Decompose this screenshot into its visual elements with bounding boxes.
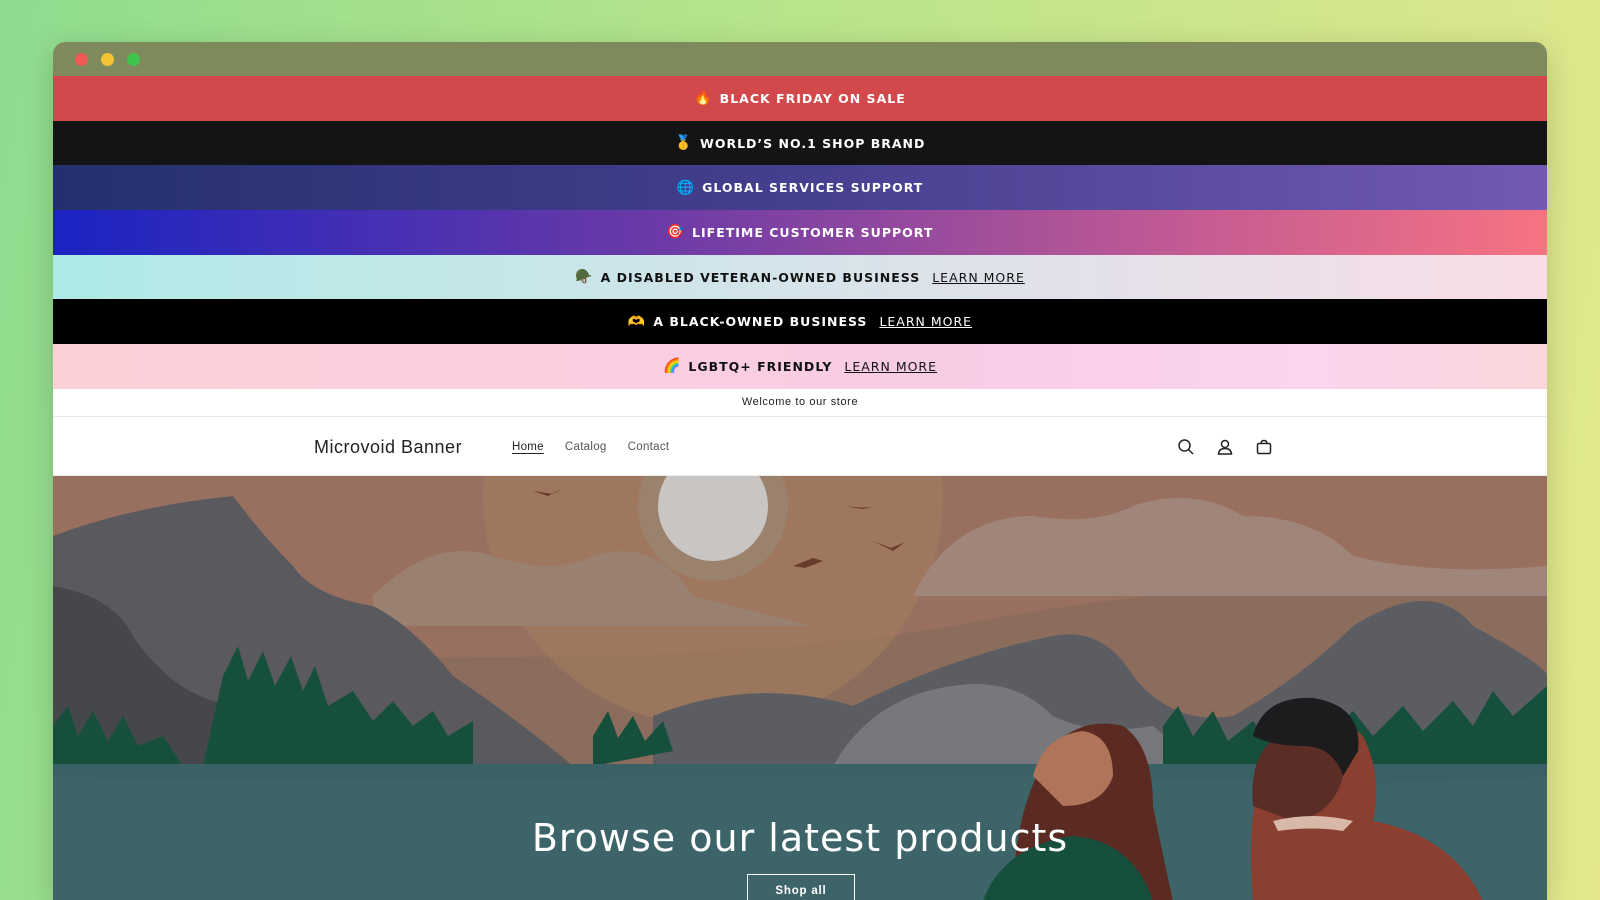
helmet-icon: 🪖 (575, 269, 593, 286)
window-titlebar (53, 42, 1547, 76)
nav-home[interactable]: Home (512, 441, 544, 453)
minimize-window-button[interactable] (101, 53, 114, 66)
main-nav: Home Catalog Contact (512, 441, 669, 453)
globe-icon: 🌐 (676, 179, 695, 196)
header-icons (1176, 437, 1274, 457)
account-icon[interactable] (1215, 437, 1235, 457)
banner-text: WORLD’S NO.1 SHOP BRAND (700, 135, 926, 151)
banner-global-support: 🌐 GLOBAL SERVICES SUPPORT (53, 165, 1547, 211)
banner-text: A DISABLED VETERAN-OWNED BUSINESS (600, 269, 921, 285)
cart-icon[interactable] (1254, 437, 1274, 457)
banner-black-owned: 🫶 A BLACK-OWNED BUSINESS LEARN MORE (53, 299, 1547, 345)
fire-icon: 🔥 (694, 90, 712, 107)
heart-hands-icon: 🫶 (627, 313, 646, 330)
banner-text: A BLACK-OWNED BUSINESS (653, 314, 868, 330)
banner-text: BLACK FRIDAY ON SALE (719, 90, 906, 106)
site-header: Microvoid Banner Home Catalog Contact (53, 416, 1547, 476)
announcement-text: Welcome to our store (741, 396, 859, 409)
banner-lifetime-support: 🎯 LIFETIME CUSTOMER SUPPORT (53, 210, 1547, 255)
rainbow-icon: 🌈 (662, 358, 681, 375)
nav-catalog[interactable]: Catalog (565, 441, 607, 453)
banner-black-friday: 🔥 BLACK FRIDAY ON SALE (53, 76, 1547, 121)
medal-icon: 🥇 (674, 135, 693, 152)
hero-banner: Browse our latest products Shop all (53, 475, 1547, 900)
target-icon: 🎯 (666, 224, 685, 241)
banner-text: GLOBAL SERVICES SUPPORT (702, 180, 924, 196)
shop-all-button[interactable]: Shop all (747, 873, 855, 900)
close-window-button[interactable] (75, 53, 88, 66)
browser-window: 🔥 BLACK FRIDAY ON SALE 🥇 WORLD’S NO.1 SH… (53, 42, 1547, 900)
hero-title: Browse our latest products (531, 815, 1069, 860)
banner-text: LGBTQ+ FRIENDLY (688, 358, 833, 374)
learn-more-link[interactable]: LEARN MORE (932, 270, 1025, 285)
search-icon[interactable] (1176, 437, 1196, 457)
learn-more-link[interactable]: LEARN MORE (879, 314, 972, 329)
banner-veteran-owned: 🪖 A DISABLED VETERAN-OWNED BUSINESS LEAR… (53, 254, 1547, 300)
announcement-bar: Welcome to our store (53, 388, 1547, 417)
maximize-window-button[interactable] (127, 53, 140, 66)
store-logo[interactable]: Microvoid Banner (314, 437, 462, 458)
banner-lgbtq-friendly: 🌈 LGBTQ+ FRIENDLY LEARN MORE (53, 344, 1547, 389)
nav-contact[interactable]: Contact (628, 441, 670, 453)
banner-text: LIFETIME CUSTOMER SUPPORT (692, 224, 934, 240)
learn-more-link[interactable]: LEARN MORE (844, 359, 937, 374)
banner-shop-brand: 🥇 WORLD’S NO.1 SHOP BRAND (53, 120, 1547, 166)
